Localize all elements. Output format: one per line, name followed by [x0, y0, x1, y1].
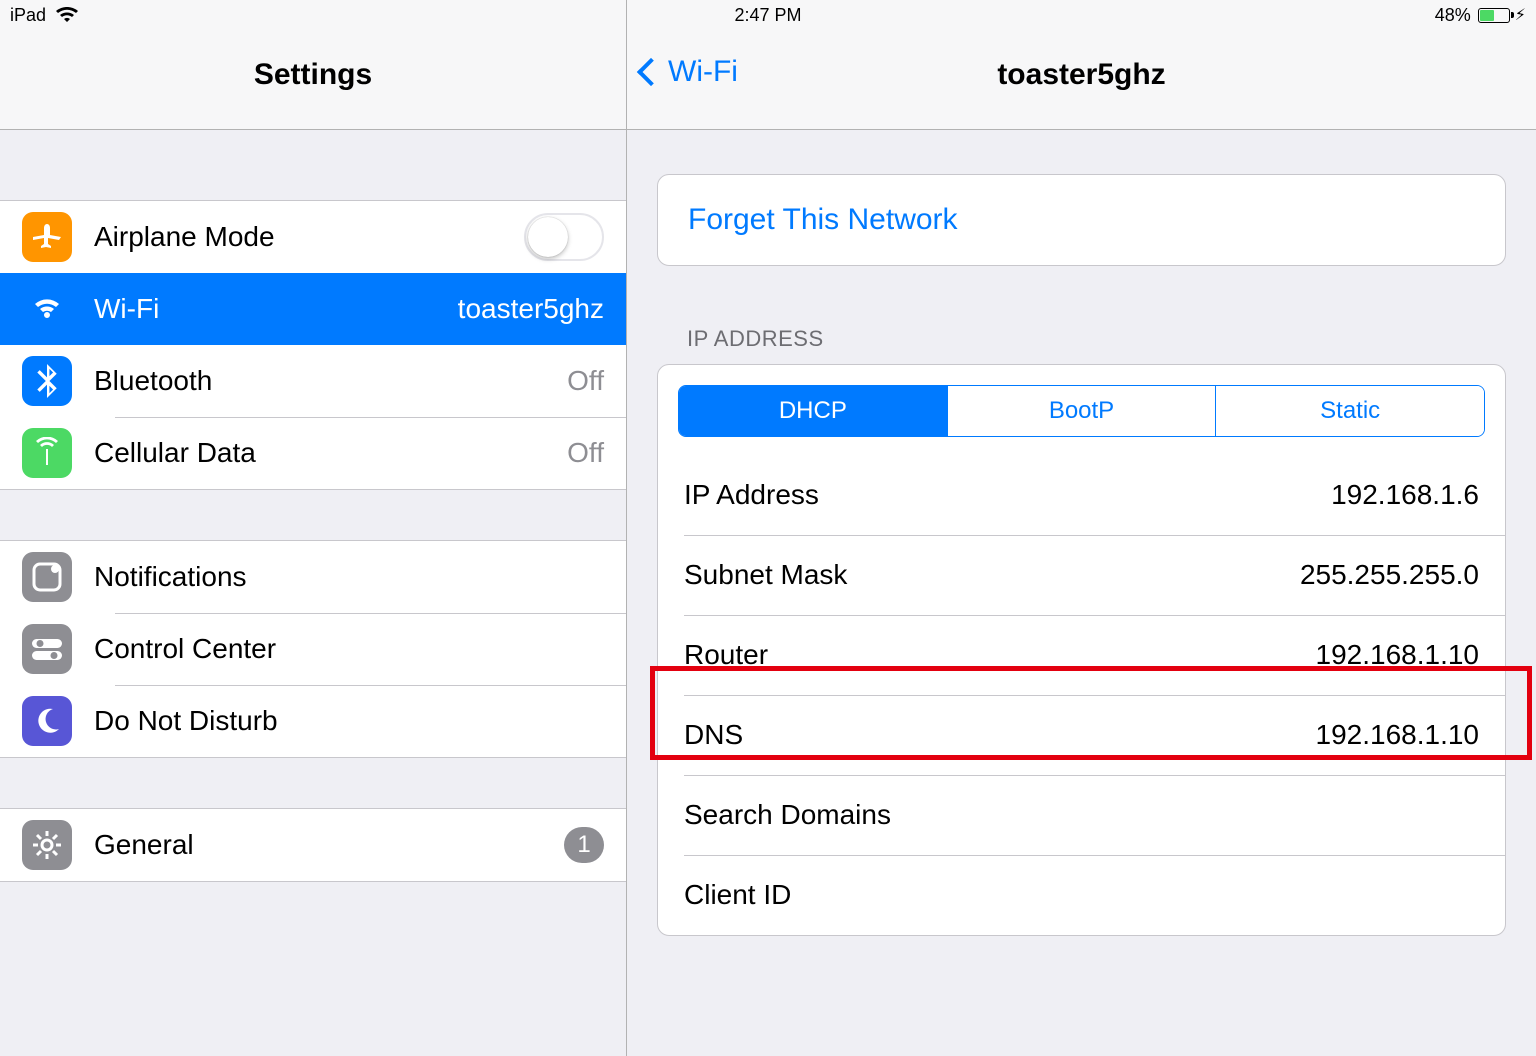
detail-pane: Wi-Fi toaster5ghz Forget This Network IP…: [627, 0, 1536, 1056]
row-value: Off: [567, 365, 604, 397]
sidebar-title: Settings: [0, 58, 626, 92]
row-bluetooth[interactable]: Bluetooth Off: [0, 345, 626, 417]
battery-percent: 48%: [1435, 5, 1471, 26]
row-airplane-mode[interactable]: Airplane Mode: [0, 201, 626, 273]
battery-icon: [1478, 8, 1510, 23]
kv-value: 192.168.1.10: [1316, 719, 1480, 751]
kv-value: 192.168.1.6: [1331, 479, 1479, 511]
row-control-center[interactable]: Control Center: [0, 613, 626, 685]
row-ip-address[interactable]: IP Address 192.168.1.6: [658, 455, 1505, 535]
kv-value: 192.168.1.10: [1316, 639, 1480, 671]
kv-label: Client ID: [684, 879, 1479, 911]
kv-label: IP Address: [684, 479, 1331, 511]
row-subnet-mask[interactable]: Subnet Mask 255.255.255.0: [658, 535, 1505, 615]
segment-dhcp[interactable]: DHCP: [679, 386, 947, 436]
group-system: Notifications Control Center Do: [0, 540, 626, 758]
row-wifi[interactable]: Wi-Fi toaster5ghz: [0, 273, 626, 345]
clock: 2:47 PM: [734, 5, 801, 26]
notifications-icon: [22, 552, 72, 602]
control-center-icon: [22, 624, 72, 674]
row-label: Cellular Data: [94, 437, 567, 469]
kv-label: Search Domains: [684, 799, 1479, 831]
kv-label: Subnet Mask: [684, 559, 1300, 591]
moon-icon: [22, 696, 72, 746]
airplane-toggle[interactable]: [524, 213, 604, 261]
status-bar: iPad 2:47 PM 48% ⚡︎: [0, 0, 1536, 30]
row-label: Do Not Disturb: [94, 705, 604, 737]
ip-config-card: DHCP BootP Static IP Address 192.168.1.6…: [657, 364, 1506, 936]
row-value: toaster5ghz: [458, 293, 604, 325]
row-dns[interactable]: DNS 192.168.1.10: [658, 695, 1505, 775]
settings-sidebar: Settings Airplane Mode Wi-Fi toaste: [0, 0, 627, 1056]
ip-address-section-header: IP Address: [687, 326, 1506, 352]
row-value: Off: [567, 437, 604, 469]
row-label: Wi-Fi: [94, 293, 458, 325]
row-label: Control Center: [94, 633, 604, 665]
row-search-domains[interactable]: Search Domains: [658, 775, 1505, 855]
row-router[interactable]: Router 192.168.1.10: [658, 615, 1505, 695]
device-name: iPad: [10, 5, 46, 26]
row-cellular[interactable]: Cellular Data Off: [0, 417, 626, 489]
group-connectivity: Airplane Mode Wi-Fi toaster5ghz Bluetoot…: [0, 200, 626, 490]
forget-network-card: Forget This Network: [657, 174, 1506, 266]
ip-mode-segmented-control: DHCP BootP Static: [678, 385, 1485, 437]
row-label: Airplane Mode: [94, 221, 524, 253]
general-badge: 1: [564, 827, 604, 863]
row-label: General: [94, 829, 564, 861]
kv-label: Router: [684, 639, 1316, 671]
forget-network-button[interactable]: Forget This Network: [658, 175, 1505, 265]
detail-title: toaster5ghz: [627, 58, 1536, 92]
segment-static[interactable]: Static: [1215, 386, 1484, 436]
bluetooth-icon: [22, 356, 72, 406]
row-do-not-disturb[interactable]: Do Not Disturb: [0, 685, 626, 757]
gear-icon: [22, 820, 72, 870]
row-notifications[interactable]: Notifications: [0, 541, 626, 613]
row-label: Notifications: [94, 561, 604, 593]
group-general: General 1: [0, 808, 626, 882]
wifi-icon: [22, 284, 72, 334]
airplane-icon: [22, 212, 72, 262]
kv-value: 255.255.255.0: [1300, 559, 1479, 591]
row-general[interactable]: General 1: [0, 809, 626, 881]
segment-bootp[interactable]: BootP: [947, 386, 1216, 436]
cellular-icon: [22, 428, 72, 478]
wifi-signal-icon: [56, 7, 78, 23]
row-label: Bluetooth: [94, 365, 567, 397]
charging-icon: ⚡︎: [1515, 5, 1526, 25]
row-client-id[interactable]: Client ID: [658, 855, 1505, 935]
kv-label: DNS: [684, 719, 1316, 751]
